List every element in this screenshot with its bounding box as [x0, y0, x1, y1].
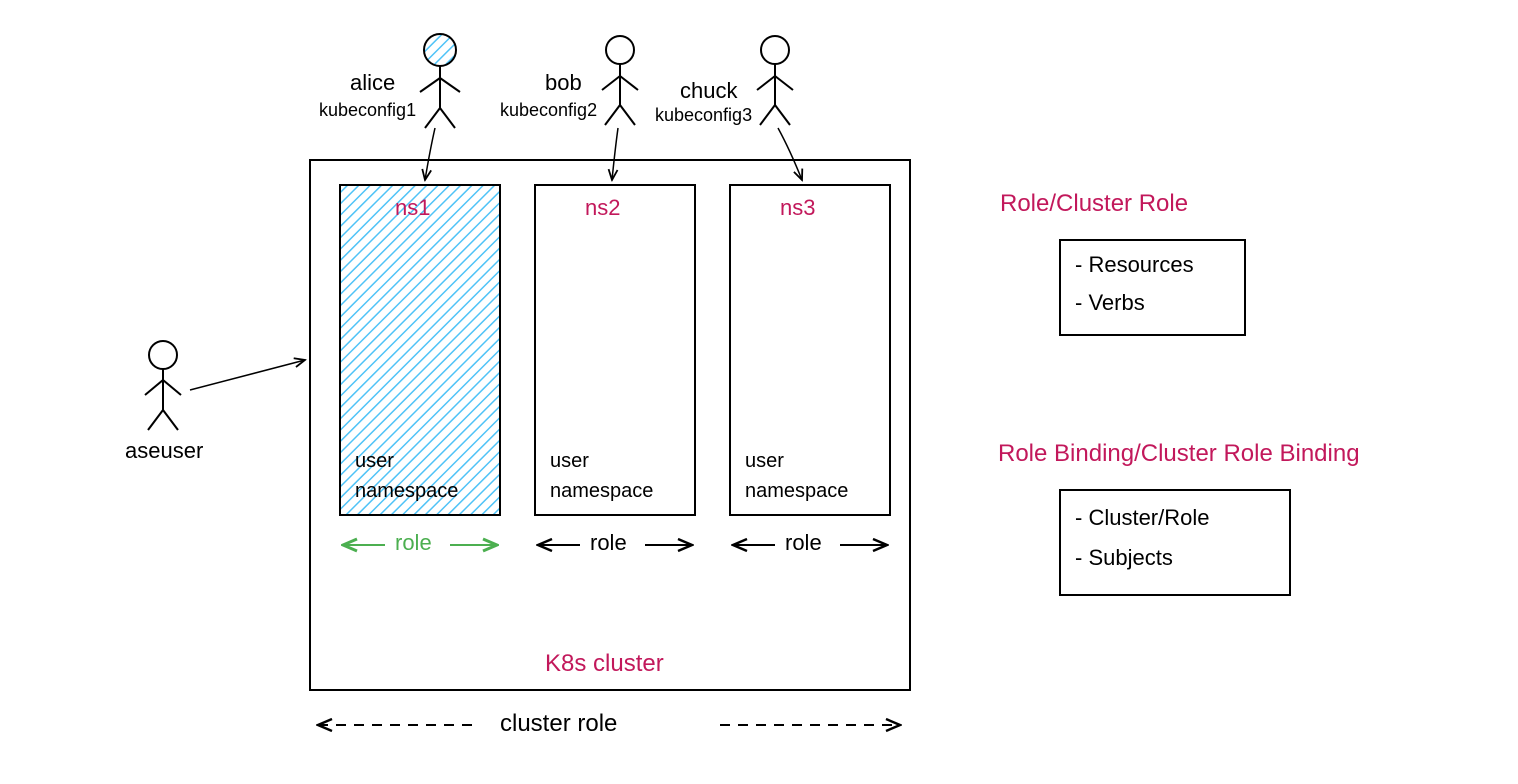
chuck-arrow — [778, 128, 802, 180]
legend-role-item-1: - Verbs — [1075, 290, 1145, 316]
bob-icon — [602, 36, 638, 125]
aseuser-icon — [145, 341, 181, 430]
ns2-role-label: role — [590, 530, 627, 556]
chuck-label: chuck — [680, 78, 737, 104]
ns3-role-label: role — [785, 530, 822, 556]
ns2-label: ns2 — [585, 195, 620, 221]
alice-icon — [420, 34, 460, 128]
chuck-config-label: kubeconfig3 — [655, 105, 752, 126]
legend-binding-item-0: - Cluster/Role — [1075, 505, 1210, 531]
diagram-canvas — [0, 0, 1518, 784]
alice-label: alice — [350, 70, 395, 96]
cluster-label: K8s cluster — [545, 650, 664, 678]
ns1-label: ns1 — [395, 195, 430, 221]
legend-role-item-0: - Resources — [1075, 252, 1194, 278]
legend-binding-item-1: - Subjects — [1075, 545, 1173, 571]
aseuser-label: aseuser — [125, 438, 203, 464]
alice-config-label: kubeconfig1 — [319, 100, 416, 121]
ns1-user-label: user — [355, 450, 394, 473]
ns1-ns-label: namespace — [355, 480, 458, 503]
ns2-ns-label: namespace — [550, 480, 653, 503]
ns3-ns-label: namespace — [745, 480, 848, 503]
cluster-role-label: cluster role — [500, 710, 617, 738]
legend-role-title: Role/Cluster Role — [1000, 190, 1188, 218]
alice-arrow — [425, 128, 435, 180]
ns3-user-label: user — [745, 450, 784, 473]
bob-arrow — [612, 128, 618, 180]
legend-binding-title: Role Binding/Cluster Role Binding — [998, 440, 1360, 468]
bob-label: bob — [545, 70, 582, 96]
ns3-label: ns3 — [780, 195, 815, 221]
ns1-role-label: role — [395, 530, 432, 556]
aseuser-arrow — [190, 360, 305, 390]
ns2-user-label: user — [550, 450, 589, 473]
chuck-icon — [757, 36, 793, 125]
bob-config-label: kubeconfig2 — [500, 100, 597, 121]
